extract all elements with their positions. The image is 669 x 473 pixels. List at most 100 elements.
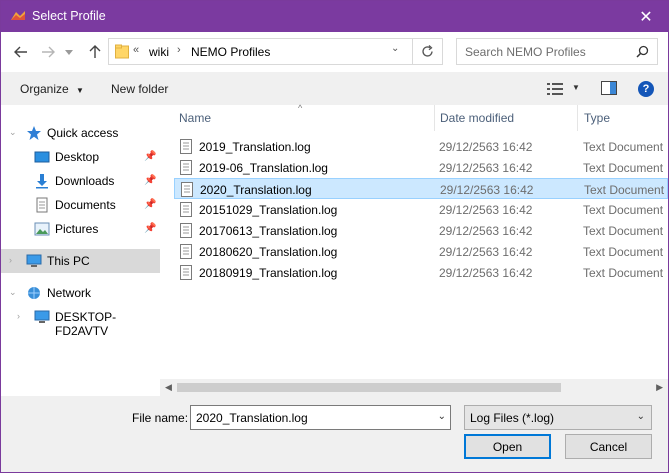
desktop-icon <box>34 151 50 163</box>
nav-item-downloads[interactable]: Downloads 📌 <box>1 169 160 193</box>
address-bar[interactable]: « wiki › NEMO Profiles ⌄ <box>108 38 443 65</box>
file-row[interactable]: 20151029_Translation.log 29/12/2563 16:4… <box>174 199 668 220</box>
computer-icon <box>26 254 42 267</box>
column-divider[interactable] <box>577 105 578 131</box>
column-header-name[interactable]: Name <box>179 111 211 125</box>
nav-item-label: DESKTOP-FD2AVTV <box>55 310 117 338</box>
file-name-field[interactable]: 2020_Translation.log ⌄ <box>190 405 451 430</box>
file-name: 20151029_Translation.log <box>199 203 338 217</box>
file-type: Text Document <box>583 245 664 259</box>
file-type: Text Document <box>583 266 664 280</box>
file-row[interactable]: 20180620_Translation.log 29/12/2563 16:4… <box>174 241 668 262</box>
help-button[interactable]: ? <box>638 81 654 97</box>
view-dropdown-icon[interactable]: ▼ <box>572 83 580 92</box>
breadcrumb-wiki[interactable]: wiki <box>149 45 169 59</box>
file-date: 29/12/2563 16:42 <box>439 203 533 217</box>
sort-ascending-icon: ^ <box>298 103 303 113</box>
nav-item-pictures[interactable]: Pictures 📌 <box>1 217 160 241</box>
new-folder-button[interactable]: New folder <box>111 82 168 96</box>
nav-item-desktop-fd2avtv[interactable]: › DESKTOP-FD2AVTV <box>1 305 160 338</box>
nav-item-this-pc[interactable]: › This PC <box>1 249 160 273</box>
expand-icon[interactable]: ⌄ <box>9 287 17 298</box>
address-dropdown-icon[interactable]: ⌄ <box>391 43 399 54</box>
file-name-input[interactable]: 2020_Translation.log <box>196 411 308 425</box>
scroll-left-icon[interactable]: ◀ <box>165 382 172 393</box>
column-header-type[interactable]: Type <box>584 111 610 125</box>
up-button[interactable] <box>84 41 106 63</box>
text-file-icon <box>181 182 193 197</box>
expand-icon[interactable]: › <box>17 311 20 321</box>
breadcrumb-separator-icon: › <box>177 44 181 56</box>
nav-item-documents[interactable]: Documents 📌 <box>1 193 160 217</box>
nav-item-network[interactable]: ⌄ Network <box>1 281 160 305</box>
documents-icon <box>36 197 48 213</box>
organize-button[interactable]: Organize ▼ <box>20 82 84 96</box>
navigation-bar: « wiki › NEMO Profiles ⌄ Search NEMO Pro… <box>1 32 668 72</box>
breadcrumb-nemo-profiles[interactable]: NEMO Profiles <box>191 45 270 59</box>
column-header-row: ^ Name Date modified Type <box>160 103 668 131</box>
download-icon <box>36 174 48 189</box>
overflow-icon[interactable]: « <box>133 44 139 56</box>
scroll-right-icon[interactable]: ▶ <box>656 382 663 393</box>
back-button[interactable] <box>10 41 32 63</box>
preview-pane-icon[interactable] <box>601 81 617 95</box>
file-row[interactable]: 20180919_Translation.log 29/12/2563 16:4… <box>174 262 668 283</box>
recent-locations-button[interactable] <box>62 41 76 63</box>
app-icon <box>11 11 25 20</box>
horizontal-scrollbar[interactable]: ◀ ▶ <box>160 379 668 396</box>
arrow-left-icon <box>14 46 27 58</box>
organize-label: Organize <box>20 82 69 96</box>
file-name: 20180919_Translation.log <box>199 266 338 280</box>
file-date: 29/12/2563 16:42 <box>439 245 533 259</box>
file-list: ^ Name Date modified Type 2019_Translati… <box>160 103 668 396</box>
expand-icon[interactable]: › <box>9 255 12 265</box>
column-divider[interactable] <box>434 105 435 131</box>
folder-icon <box>115 44 129 59</box>
expand-icon[interactable]: ⌄ <box>9 127 17 138</box>
file-type: Text Document <box>583 140 664 154</box>
refresh-icon <box>422 45 433 57</box>
column-header-date-modified[interactable]: Date modified <box>440 111 514 125</box>
file-row[interactable]: 20170613_Translation.log 29/12/2563 16:4… <box>174 220 668 241</box>
file-date: 29/12/2563 16:42 <box>439 266 533 280</box>
file-type-value: Log Files (*.log) <box>470 411 555 425</box>
file-name: 2019-06_Translation.log <box>199 161 328 175</box>
forward-button[interactable] <box>37 41 59 63</box>
pin-icon: 📌 <box>144 199 157 210</box>
nav-item-quick-access[interactable]: ⌄ Quick access <box>1 121 160 145</box>
text-file-icon <box>180 265 192 280</box>
search-input[interactable]: Search NEMO Profiles <box>465 45 586 59</box>
cancel-button[interactable]: Cancel <box>565 434 652 459</box>
dialog-footer: File name: 2020_Translation.log ⌄ Log Fi… <box>1 396 668 472</box>
search-box[interactable]: Search NEMO Profiles <box>456 38 658 65</box>
view-options-icon[interactable] <box>547 83 563 95</box>
network-icon <box>28 287 40 299</box>
nav-item-label: Downloads <box>55 174 115 188</box>
file-row[interactable]: 2019-06_Translation.log 29/12/2563 16:42… <box>174 157 668 178</box>
file-row-selected[interactable]: 2020_Translation.log 29/12/2563 16:42 Te… <box>174 178 668 199</box>
command-toolbar: Organize ▼ New folder ▼ ? <box>1 72 668 105</box>
file-type-select[interactable]: Log Files (*.log) ⌄ <box>464 405 652 430</box>
close-icon: ✕ <box>639 8 653 26</box>
file-type: Text Document <box>583 224 664 238</box>
scrollbar-thumb[interactable] <box>177 383 561 392</box>
file-row[interactable]: 2019_Translation.log 29/12/2563 16:42 Te… <box>174 136 668 157</box>
file-name: 20170613_Translation.log <box>199 224 338 238</box>
file-date: 29/12/2563 16:42 <box>439 224 533 238</box>
star-icon <box>27 126 41 140</box>
arrow-right-icon <box>42 46 55 58</box>
search-icon[interactable] <box>636 45 649 58</box>
nav-item-desktop[interactable]: Desktop 📌 <box>1 145 160 169</box>
open-button[interactable]: Open <box>464 434 551 459</box>
nav-item-label: Documents <box>55 198 116 212</box>
refresh-button[interactable] <box>412 39 442 64</box>
file-name: 2019_Translation.log <box>199 140 311 154</box>
close-button[interactable]: ✕ <box>624 1 668 32</box>
nav-item-label: This PC <box>47 254 90 268</box>
file-type: Text Document <box>583 203 664 217</box>
chevron-down-icon[interactable]: ⌄ <box>438 411 446 422</box>
text-file-icon <box>180 139 192 154</box>
file-type: Text Document <box>583 161 664 175</box>
text-file-icon <box>180 244 192 259</box>
file-date: 29/12/2563 16:42 <box>439 140 533 154</box>
